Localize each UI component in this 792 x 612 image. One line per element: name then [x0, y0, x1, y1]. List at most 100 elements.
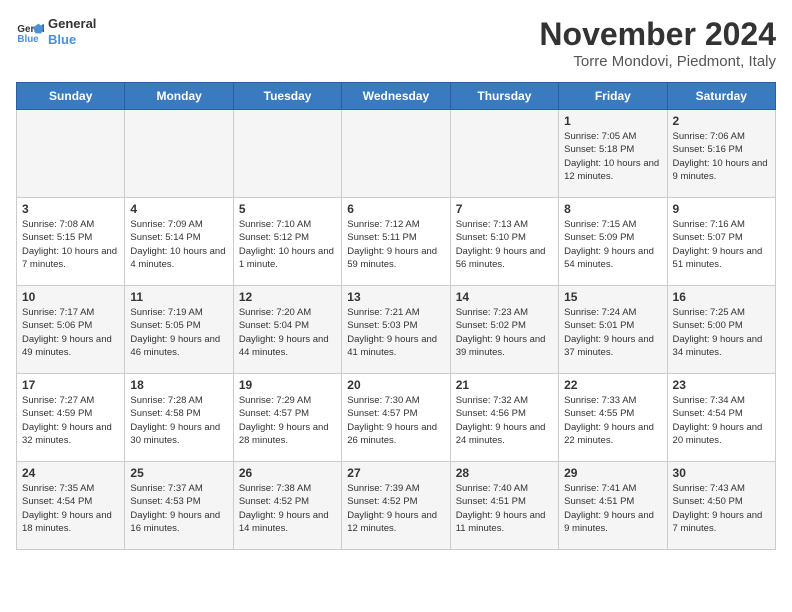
day-info: Sunrise: 7:32 AM Sunset: 4:56 PM Dayligh… — [456, 394, 553, 447]
day-info: Sunrise: 7:10 AM Sunset: 5:12 PM Dayligh… — [239, 218, 336, 271]
table-row: 20 Sunrise: 7:30 AM Sunset: 4:57 PM Dayli… — [342, 374, 450, 462]
table-row: 11 Sunrise: 7:19 AM Sunset: 5:05 PM Dayli… — [125, 286, 233, 374]
day-number: 18 — [130, 378, 227, 392]
col-thursday: Thursday — [450, 83, 558, 110]
col-monday: Monday — [125, 83, 233, 110]
table-row: 5Sunrise: 7:10 AM Sunset: 5:12 PM Daylig… — [233, 198, 341, 286]
table-row: 10 Sunrise: 7:17 AM Sunset: 5:06 PM Dayli… — [17, 286, 125, 374]
calendar-week-row: 1 Sunrise: 7:05 AM Sunset: 5:18 PM Daylig… — [17, 110, 776, 198]
logo-text-general: General — [48, 16, 96, 32]
day-info: Sunrise: 7:43 AM Sunset: 4:50 PM Dayligh… — [673, 482, 770, 535]
table-row: 9Sunrise: 7:16 AM Sunset: 5:07 PM Daylig… — [667, 198, 775, 286]
month-title: November 2024 — [539, 16, 776, 53]
table-row: 8 Sunrise: 7:15 AM Sunset: 5:09 PM Daylig… — [559, 198, 667, 286]
day-number: 17 — [22, 378, 119, 392]
table-row: 29Sunrise: 7:41 AM Sunset: 4:51 PM Dayli… — [559, 462, 667, 550]
col-saturday: Saturday — [667, 83, 775, 110]
day-info: Sunrise: 7:40 AM Sunset: 4:51 PM Dayligh… — [456, 482, 553, 535]
day-number: 19 — [239, 378, 336, 392]
day-info: Sunrise: 7:13 AM Sunset: 5:10 PM Dayligh… — [456, 218, 553, 271]
day-info: Sunrise: 7:20 AM Sunset: 5:04 PM Dayligh… — [239, 306, 336, 359]
day-info: Sunrise: 7:34 AM Sunset: 4:54 PM Dayligh… — [673, 394, 770, 447]
day-info: Sunrise: 7:19 AM Sunset: 5:05 PM Dayligh… — [130, 306, 227, 359]
day-number: 10 — [22, 290, 119, 304]
day-info: Sunrise: 7:15 AM Sunset: 5:09 PM Dayligh… — [564, 218, 661, 271]
day-number: 22 — [564, 378, 661, 392]
day-number: 4 — [130, 202, 227, 216]
day-number: 12 — [239, 290, 336, 304]
day-info: Sunrise: 7:39 AM Sunset: 4:52 PM Dayligh… — [347, 482, 444, 535]
day-number: 24 — [22, 466, 119, 480]
day-number: 3 — [22, 202, 119, 216]
day-info: Sunrise: 7:05 AM Sunset: 5:18 PM Dayligh… — [564, 130, 661, 183]
day-info: Sunrise: 7:21 AM Sunset: 5:03 PM Dayligh… — [347, 306, 444, 359]
table-row: 30 Sunrise: 7:43 AM Sunset: 4:50 PM Dayli… — [667, 462, 775, 550]
page-header: General Blue General Blue November 2024 … — [16, 16, 776, 70]
svg-text:Blue: Blue — [17, 33, 39, 44]
col-wednesday: Wednesday — [342, 83, 450, 110]
day-number: 11 — [130, 290, 227, 304]
day-number: 15 — [564, 290, 661, 304]
table-row — [450, 110, 558, 198]
table-row: 22 Sunrise: 7:33 AM Sunset: 4:55 PM Dayli… — [559, 374, 667, 462]
day-info: Sunrise: 7:33 AM Sunset: 4:55 PM Dayligh… — [564, 394, 661, 447]
logo-icon: General Blue — [16, 18, 44, 46]
day-info: Sunrise: 7:35 AM Sunset: 4:54 PM Dayligh… — [22, 482, 119, 535]
day-number: 1 — [564, 114, 661, 128]
calendar-table: Sunday Monday Tuesday Wednesday Thursday… — [16, 82, 776, 550]
day-number: 30 — [673, 466, 770, 480]
calendar-week-row: 3 Sunrise: 7:08 AM Sunset: 5:15 PM Daylig… — [17, 198, 776, 286]
day-info: Sunrise: 7:17 AM Sunset: 5:06 PM Dayligh… — [22, 306, 119, 359]
location-subtitle: Torre Mondovi, Piedmont, Italy — [539, 53, 776, 70]
table-row: 21 Sunrise: 7:32 AM Sunset: 4:56 PM Dayli… — [450, 374, 558, 462]
day-number: 6 — [347, 202, 444, 216]
table-row: 24 Sunrise: 7:35 AM Sunset: 4:54 PM Dayli… — [17, 462, 125, 550]
table-row: 26Sunrise: 7:38 AM Sunset: 4:52 PM Dayli… — [233, 462, 341, 550]
calendar-week-row: 17Sunrise: 7:27 AM Sunset: 4:59 PM Dayli… — [17, 374, 776, 462]
day-number: 7 — [456, 202, 553, 216]
calendar-header-row: Sunday Monday Tuesday Wednesday Thursday… — [17, 83, 776, 110]
col-sunday: Sunday — [17, 83, 125, 110]
day-number: 13 — [347, 290, 444, 304]
table-row — [125, 110, 233, 198]
day-info: Sunrise: 7:28 AM Sunset: 4:58 PM Dayligh… — [130, 394, 227, 447]
table-row: 14Sunrise: 7:23 AM Sunset: 5:02 PM Dayli… — [450, 286, 558, 374]
table-row: 28 Sunrise: 7:40 AM Sunset: 4:51 PM Dayli… — [450, 462, 558, 550]
day-info: Sunrise: 7:30 AM Sunset: 4:57 PM Dayligh… — [347, 394, 444, 447]
table-row: 13 Sunrise: 7:21 AM Sunset: 5:03 PM Dayli… — [342, 286, 450, 374]
table-row: 27 Sunrise: 7:39 AM Sunset: 4:52 PM Dayli… — [342, 462, 450, 550]
logo: General Blue General Blue — [16, 16, 96, 47]
title-area: November 2024 Torre Mondovi, Piedmont, I… — [539, 16, 776, 70]
day-info: Sunrise: 7:06 AM Sunset: 5:16 PM Dayligh… — [673, 130, 770, 183]
table-row: 4 Sunrise: 7:09 AM Sunset: 5:14 PM Daylig… — [125, 198, 233, 286]
day-number: 25 — [130, 466, 227, 480]
day-number: 8 — [564, 202, 661, 216]
table-row: 23 Sunrise: 7:34 AM Sunset: 4:54 PM Dayli… — [667, 374, 775, 462]
day-number: 14 — [456, 290, 553, 304]
day-info: Sunrise: 7:09 AM Sunset: 5:14 PM Dayligh… — [130, 218, 227, 271]
day-number: 23 — [673, 378, 770, 392]
col-tuesday: Tuesday — [233, 83, 341, 110]
table-row: 17Sunrise: 7:27 AM Sunset: 4:59 PM Dayli… — [17, 374, 125, 462]
day-number: 9 — [673, 202, 770, 216]
day-number: 21 — [456, 378, 553, 392]
table-row — [233, 110, 341, 198]
day-info: Sunrise: 7:29 AM Sunset: 4:57 PM Dayligh… — [239, 394, 336, 447]
table-row: 3 Sunrise: 7:08 AM Sunset: 5:15 PM Daylig… — [17, 198, 125, 286]
table-row — [17, 110, 125, 198]
day-info: Sunrise: 7:24 AM Sunset: 5:01 PM Dayligh… — [564, 306, 661, 359]
day-number: 26 — [239, 466, 336, 480]
day-number: 20 — [347, 378, 444, 392]
table-row: 25Sunrise: 7:37 AM Sunset: 4:53 PM Dayli… — [125, 462, 233, 550]
day-info: Sunrise: 7:08 AM Sunset: 5:15 PM Dayligh… — [22, 218, 119, 271]
day-number: 28 — [456, 466, 553, 480]
table-row — [342, 110, 450, 198]
logo-text-blue: Blue — [48, 32, 96, 48]
calendar-week-row: 10 Sunrise: 7:17 AM Sunset: 5:06 PM Dayli… — [17, 286, 776, 374]
col-friday: Friday — [559, 83, 667, 110]
table-row: 6 Sunrise: 7:12 AM Sunset: 5:11 PM Daylig… — [342, 198, 450, 286]
day-number: 27 — [347, 466, 444, 480]
day-info: Sunrise: 7:12 AM Sunset: 5:11 PM Dayligh… — [347, 218, 444, 271]
table-row: 19 Sunrise: 7:29 AM Sunset: 4:57 PM Dayli… — [233, 374, 341, 462]
day-number: 16 — [673, 290, 770, 304]
